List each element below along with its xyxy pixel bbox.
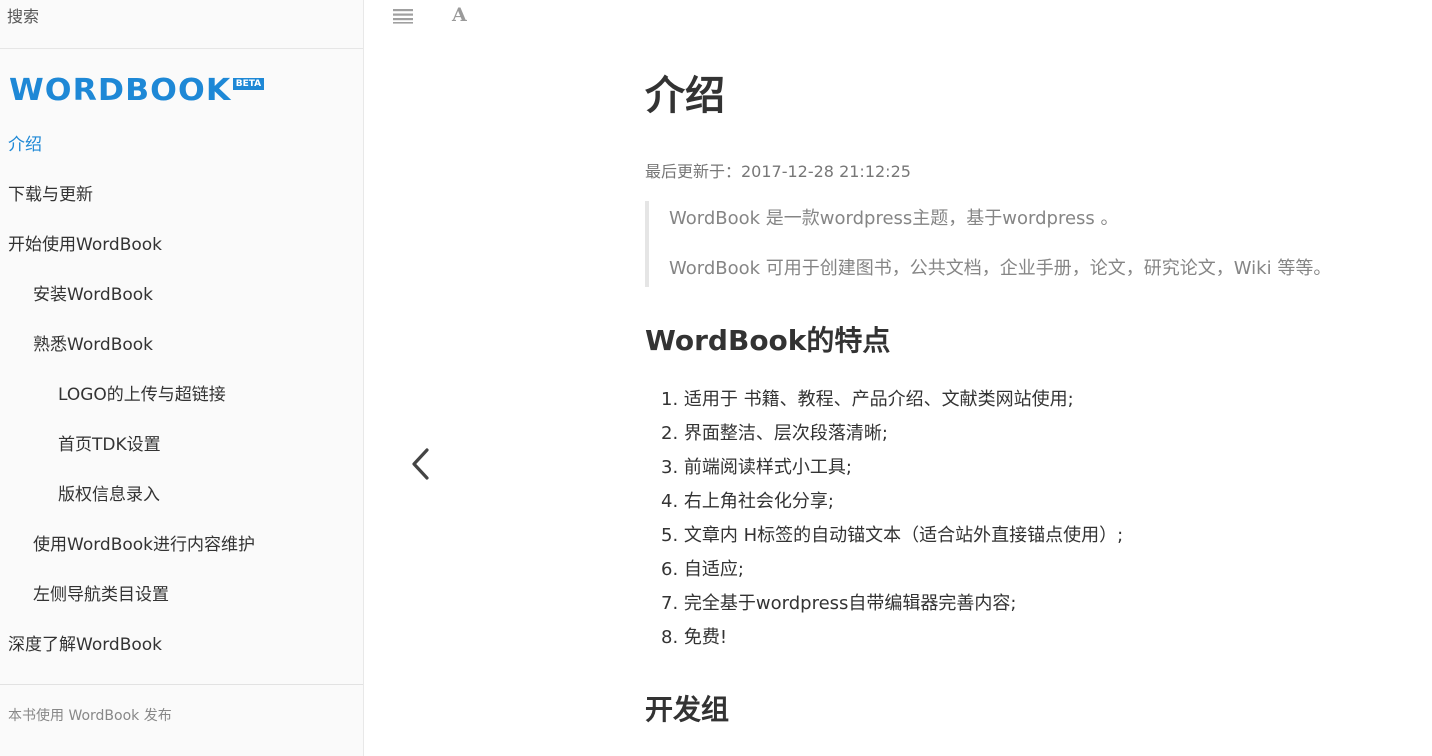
sidebar-item-left-nav-settings[interactable]: 左侧导航类目设置 [0,570,363,620]
sidebar-item-getting-started[interactable]: 开始使用WordBook [0,220,363,270]
last-updated: 最后更新于：2017-12-28 21:12:25 [645,162,911,181]
sidebar-item-copyright-info[interactable]: 版权信息录入 [0,470,363,520]
sidebar-nav: 介绍 下载与更新 开始使用WordBook 安装WordBook 熟悉WordB… [0,120,363,670]
page-title: 介绍 [645,73,725,119]
sidebar-footer-link[interactable]: 本书使用 WordBook 发布 [0,684,363,725]
sidebar-item-install[interactable]: 安装WordBook [0,270,363,320]
list-item: 1. 适用于 书籍、教程、产品介绍、文献类网站使用; [661,383,1123,417]
list-item-number: 6. [661,559,679,580]
logo[interactable]: WORDBOOK BETA [9,73,265,108]
sidebar: WORDBOOK BETA 介绍 下载与更新 开始使用WordBook 安装Wo… [0,0,364,756]
list-item-number: 7. [661,593,679,614]
list-item-number: 1. [661,389,679,410]
font-settings-icon[interactable]: A [452,4,467,26]
sidebar-item-familiarize[interactable]: 熟悉WordBook [0,320,363,370]
list-item-text: 文章内 H标签的自动锚文本（适合站外直接锚点使用）; [683,525,1124,546]
features-list: 1. 适用于 书籍、教程、产品介绍、文献类网站使用; 2. 界面整洁、层次段落清… [661,383,1123,655]
list-item-number: 4. [661,491,679,512]
list-item: 5. 文章内 H标签的自动锚文本（适合站外直接锚点使用）; [661,519,1123,553]
quote-line: WordBook 是一款wordpress主题，基于wordpress 。 [669,208,1119,229]
list-item: 6. 自适应; [661,553,1123,587]
list-item: 7. 完全基于wordpress自带编辑器完善内容; [661,587,1123,621]
sidebar-item-download-update[interactable]: 下载与更新 [0,170,363,220]
list-item: 4. 右上角社会化分享; [661,485,1123,519]
list-item-number: 2. [661,423,679,444]
list-item: 2. 界面整洁、层次段落清晰; [661,417,1123,451]
list-item-text: 自适应; [683,559,744,580]
sidebar-item-logo-upload[interactable]: LOGO的上传与超链接 [0,370,363,420]
logo-beta-badge: BETA [232,78,265,90]
intro-quote: WordBook 是一款wordpress主题，基于wordpress 。 Wo… [645,201,1429,287]
list-item-text: 适用于 书籍、教程、产品介绍、文献类网站使用; [683,389,1074,410]
list-item-number: 8. [661,627,679,648]
quote-line: WordBook 可用于创建图书，公共文档，企业手册，论文，研究论文，Wiki … [669,258,1332,279]
menu-icon[interactable] [393,8,413,28]
list-item-number: 5. [661,525,679,546]
sidebar-item-introduction[interactable]: 介绍 [0,120,363,170]
app-root: WORDBOOK BETA 介绍 下载与更新 开始使用WordBook 安装Wo… [0,0,1432,756]
search-input[interactable] [0,0,347,32]
list-item-text: 右上角社会化分享; [683,491,834,512]
logo-text: WORDBOOK [9,73,232,108]
chevron-left-icon[interactable] [407,446,433,486]
sidebar-item-deep-dive[interactable]: 深度了解WordBook [0,620,363,670]
list-item-number: 3. [661,457,679,478]
list-item-text: 前端阅读样式小工具; [683,457,852,478]
list-item: 8. 免费! [661,621,1123,655]
features-heading: WordBook的特点 [645,324,891,357]
list-item-text: 界面整洁、层次段落清晰; [683,423,888,444]
sidebar-item-tdk-settings[interactable]: 首页TDK设置 [0,420,363,470]
sidebar-item-content-maintenance[interactable]: 使用WordBook进行内容维护 [0,520,363,570]
list-item-text: 免费! [683,627,728,648]
list-item-text: 完全基于wordpress自带编辑器完善内容; [683,593,1017,614]
search-bar [0,0,363,49]
list-item: 3. 前端阅读样式小工具; [661,451,1123,485]
dev-group-heading: 开发组 [645,693,730,726]
